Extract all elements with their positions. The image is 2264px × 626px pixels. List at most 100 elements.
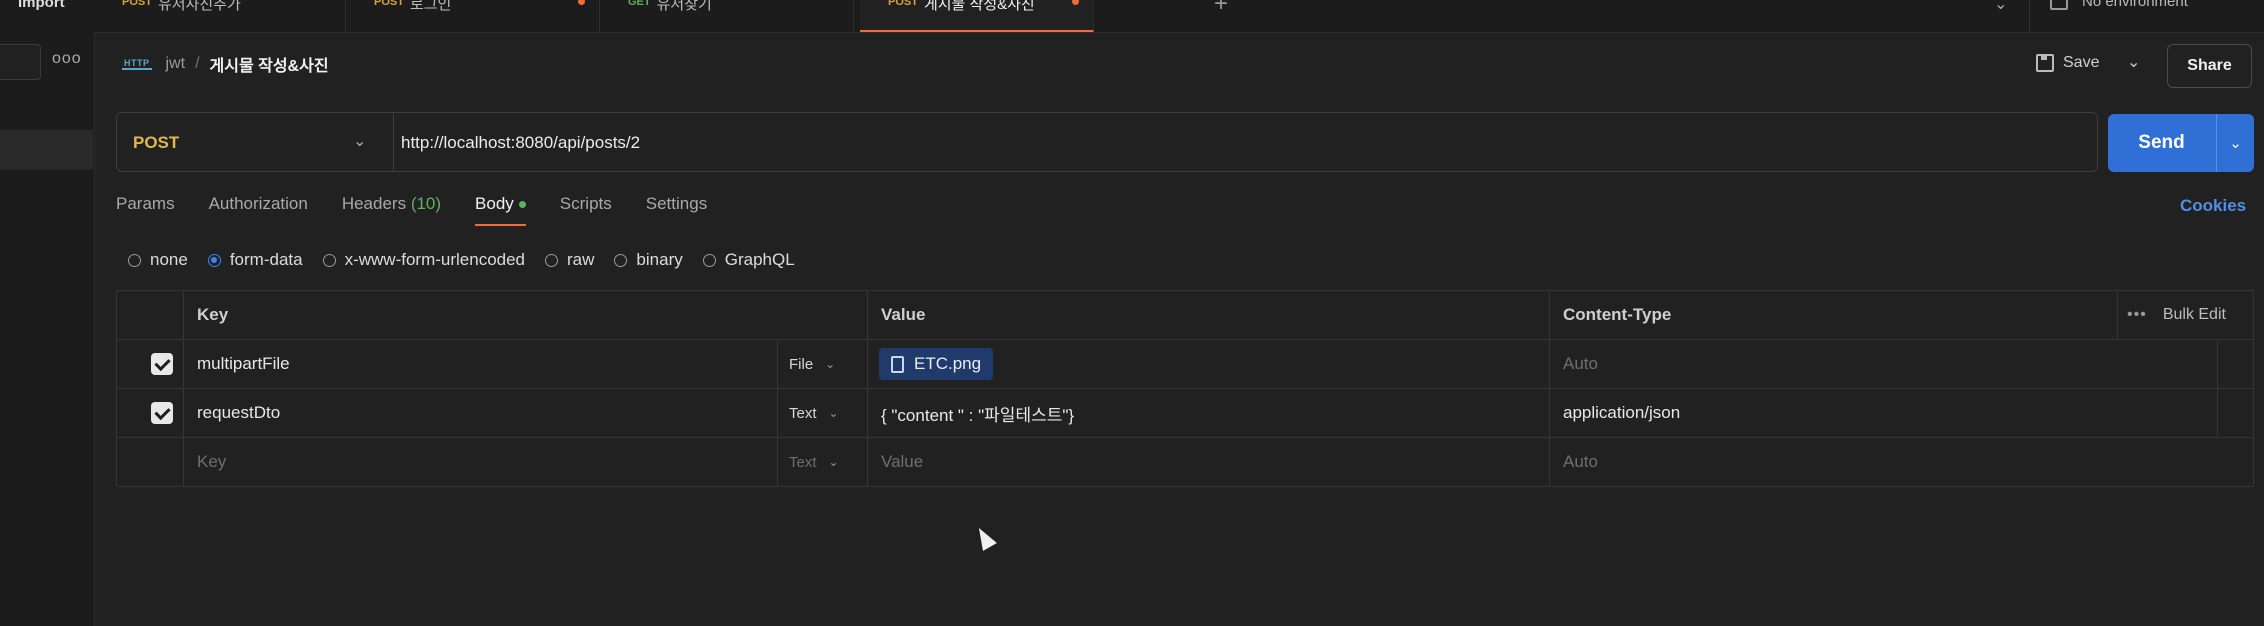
radio-label: binary <box>636 250 683 269</box>
new-content-type-input[interactable]: Auto <box>1563 438 1598 486</box>
tab-headers-label: Headers <box>341 194 407 213</box>
radio-circle-icon <box>128 253 141 267</box>
radio-circle-icon <box>702 253 716 267</box>
tab-method: POST <box>122 0 152 8</box>
request-tabs: Params Authorization Headers (10) Body S… <box>116 194 741 226</box>
more-options-icon[interactable]: ••• <box>2127 306 2147 324</box>
row-checkbox[interactable] <box>151 340 173 388</box>
headers-count-badge: (10) <box>410 194 442 213</box>
send-button[interactable]: Send <box>2108 114 2215 172</box>
environment-selector[interactable]: No environment <box>2029 0 2264 32</box>
http-icon: HTTP <box>122 58 152 70</box>
save-label: Save <box>2063 54 2100 71</box>
row-checkbox[interactable] <box>151 389 173 437</box>
row-key[interactable]: requestDto <box>197 389 280 437</box>
radio-label: form-data <box>229 250 303 269</box>
body-active-dot-icon <box>518 201 526 209</box>
share-button[interactable]: Share <box>2167 44 2252 88</box>
chevron-down-icon: ⌄ <box>825 357 836 371</box>
unsaved-dot-icon <box>1072 0 1079 5</box>
file-icon <box>891 355 904 373</box>
checkbox-checked-icon <box>151 353 173 375</box>
radio-graphql[interactable]: GraphQL <box>702 250 795 270</box>
sidebar-selected-item[interactable] <box>0 130 93 170</box>
save-options-chevron-icon[interactable]: ⌄ <box>2127 52 2140 72</box>
radio-raw[interactable]: raw <box>545 250 594 270</box>
radio-form-data[interactable]: form-data <box>207 250 303 270</box>
cookies-link[interactable]: Cookies <box>2180 196 2246 216</box>
bulk-edit-button[interactable]: ••• Bulk Edit <box>2127 291 2226 339</box>
column-header-content-type: Content-Type <box>1563 305 1672 324</box>
send-button-group: Send ⌄ <box>2108 114 2254 172</box>
tab-title: 유저사진추가 <box>157 0 241 13</box>
row-type-label: Text <box>789 404 817 422</box>
breadcrumb-separator: / <box>195 55 200 72</box>
row-type-selector[interactable]: File ⌄ <box>789 340 835 388</box>
unsaved-dot-icon <box>578 0 585 5</box>
breadcrumb-collection[interactable]: jwt <box>166 55 186 73</box>
radio-circle-icon <box>322 253 336 267</box>
sidebar: Import ooo <box>0 0 95 626</box>
tab-scripts[interactable]: Scripts <box>560 194 612 226</box>
radio-circle-icon <box>614 253 628 267</box>
tab-find-user[interactable]: GET 유저찾기 <box>600 0 854 32</box>
new-key-input[interactable]: Key <box>197 438 226 486</box>
new-tab-plus-icon[interactable]: + <box>1214 0 1228 18</box>
file-name: ETC.png <box>914 354 982 373</box>
method-selector[interactable]: POST <box>133 133 179 153</box>
tab-create-post[interactable]: POST 게시물 작성&사진 <box>860 0 1094 32</box>
radio-binary[interactable]: binary <box>614 250 683 270</box>
tab-method: GET <box>628 0 651 8</box>
tab-method: POST <box>888 0 918 8</box>
environment-icon <box>2050 0 2068 10</box>
tab-title: 로그인 <box>409 0 452 13</box>
row-key[interactable]: multipartFile <box>197 340 290 388</box>
tab-title: 게시물 작성&사진 <box>923 0 1035 13</box>
row-type-selector[interactable]: Text ⌄ <box>789 389 839 437</box>
row-value[interactable]: { "content " : "파일테스트"} <box>881 389 1074 437</box>
tab-headers[interactable]: Headers (10) <box>342 194 441 226</box>
send-options-chevron-icon[interactable]: ⌄ <box>2217 114 2254 172</box>
more-options-icon[interactable]: ooo <box>52 50 82 68</box>
save-button[interactable]: Save <box>2036 54 2099 72</box>
bulk-edit-label: Bulk Edit <box>2162 306 2226 323</box>
import-button[interactable]: Import <box>18 0 65 11</box>
request-tab-bar: POST 유저사진추가 POST 로그인 GET 유저찾기 POST 게시물 작… <box>94 0 2264 33</box>
tab-params[interactable]: Params <box>116 194 175 226</box>
radio-none[interactable]: none <box>128 250 188 270</box>
tabs-dropdown-chevron-icon[interactable]: ⌄ <box>1994 0 2007 14</box>
row-content-type[interactable]: Auto <box>1563 340 1598 388</box>
tab-login[interactable]: POST 로그인 <box>346 0 600 32</box>
tab-settings[interactable]: Settings <box>646 194 707 226</box>
row-value[interactable]: ETC.png <box>879 340 994 388</box>
file-chip[interactable]: ETC.png <box>879 348 994 380</box>
divider <box>393 113 394 171</box>
tab-authorization[interactable]: Authorization <box>209 194 308 226</box>
tab-body[interactable]: Body <box>475 194 526 226</box>
sidebar-search-box[interactable] <box>0 44 41 80</box>
radio-label: GraphQL <box>724 250 795 269</box>
table-header-row: Key Value Content-Type ••• Bulk Edit <box>117 291 2253 340</box>
row-type-label: File <box>789 355 814 373</box>
row-type-selector[interactable]: Text ⌄ <box>789 438 839 486</box>
body-mode-radios: none form-data x-www-form-urlencoded raw… <box>128 250 815 270</box>
method-chevron-icon[interactable]: ⌄ <box>353 131 366 151</box>
save-disk-icon <box>2036 54 2054 72</box>
url-input[interactable] <box>399 127 2083 159</box>
mouse-cursor-icon <box>972 524 997 552</box>
tab-body-label: Body <box>475 194 514 213</box>
tab-title: 유저찾기 <box>656 0 712 13</box>
radio-urlencoded[interactable]: x-www-form-urlencoded <box>322 250 525 270</box>
chevron-down-icon: ⌄ <box>828 455 839 469</box>
url-bar: POST ⌄ <box>116 112 2098 172</box>
table-row-new: Key Text ⌄ Value Auto <box>117 438 2253 486</box>
radio-label: raw <box>567 250 595 269</box>
row-content-type[interactable]: application/json <box>1563 389 1680 437</box>
new-value-input[interactable]: Value <box>881 438 923 486</box>
table-row: multipartFile File ⌄ ETC.png Auto <box>117 340 2253 389</box>
request-title[interactable]: 게시물 작성&사진 <box>210 52 329 76</box>
radio-label: none <box>150 250 188 269</box>
radio-selected-icon <box>207 253 221 267</box>
tab-method: POST <box>374 0 404 8</box>
tab-user-photo[interactable]: POST 유저사진추가 <box>94 0 346 32</box>
